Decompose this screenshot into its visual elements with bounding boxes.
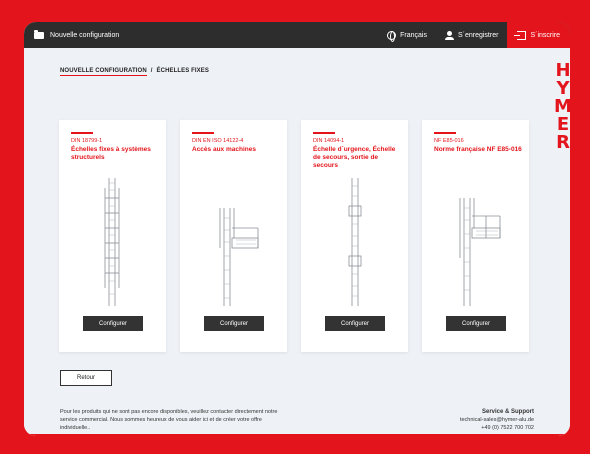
escape-ladder-illustration xyxy=(348,178,362,306)
ladder-illustration xyxy=(104,178,120,306)
product-card[interactable]: NF E85-016 Norme française NF E85-016 Co… xyxy=(422,120,529,352)
breadcrumb-home[interactable]: NOUVELLE CONFIGURATION xyxy=(60,68,147,76)
support-phone[interactable]: +49 (0) 7522 700 702 xyxy=(460,424,534,432)
product-card[interactable]: DIN 14094-1 Échelle d´urgence, Échelle d… xyxy=(301,120,408,352)
language-selector[interactable]: Français xyxy=(378,22,436,48)
globe-icon xyxy=(387,30,397,42)
card-accent xyxy=(313,132,335,134)
main-content: NOUVELLE CONFIGURATION / ÉCHELLES FIXES … xyxy=(24,48,570,436)
register-button[interactable]: S´enregistrer xyxy=(436,22,507,48)
language-label: Français xyxy=(400,31,427,39)
top-bar: Nouvelle configuration Français S´enregi… xyxy=(24,22,570,48)
signup-button[interactable]: S´inscrire xyxy=(507,22,570,48)
app-window: Nouvelle configuration Français S´enregi… xyxy=(24,22,570,436)
configure-button[interactable]: Configurer xyxy=(204,316,264,331)
card-norm: NF E85-016 xyxy=(434,138,464,144)
card-norm: DIN 18799-1 xyxy=(71,138,103,144)
card-accent xyxy=(192,132,214,134)
signup-label: S´inscrire xyxy=(530,31,560,39)
card-title: Échelle d´urgence, Échelle de secours, s… xyxy=(313,146,396,169)
card-accent xyxy=(434,132,456,134)
login-icon xyxy=(514,30,527,40)
configure-button[interactable]: Configurer xyxy=(446,316,506,331)
product-card[interactable]: DIN 18799-1 Échelles fixes à systèmes st… xyxy=(59,120,166,352)
breadcrumb-separator: / xyxy=(150,68,153,74)
card-title: Norme française NF E85-016 xyxy=(434,146,522,153)
folder-icon xyxy=(34,29,44,39)
card-norm: DIN 14094-1 xyxy=(313,138,345,144)
availability-note: Pour les produits qui ne sont pas encore… xyxy=(60,409,278,431)
ladder-platform-illustration xyxy=(459,198,501,306)
register-label: S´enregistrer xyxy=(457,31,499,39)
configure-button[interactable]: Configurer xyxy=(83,316,143,331)
card-accent xyxy=(71,132,93,134)
user-icon xyxy=(444,30,454,40)
configure-button[interactable]: Configurer xyxy=(325,316,385,331)
breadcrumb: NOUVELLE CONFIGURATION / ÉCHELLES FIXES xyxy=(60,68,209,76)
bottom-accent-line xyxy=(24,434,570,436)
new-configuration-link[interactable]: Nouvelle configuration xyxy=(34,22,119,48)
support-email[interactable]: technical-sales@hymer-alu.de xyxy=(460,416,534,424)
card-title: Accès aux machines xyxy=(192,146,256,153)
support-block: Service & Support technical-sales@hymer-… xyxy=(460,408,534,432)
ladder-platform-illustration xyxy=(219,208,259,306)
product-card[interactable]: DIN EN ISO 14122-4 Accès aux machines Co… xyxy=(180,120,287,352)
breadcrumb-current: ÉCHELLES FIXES xyxy=(156,68,209,74)
card-norm: DIN EN ISO 14122-4 xyxy=(192,138,244,144)
back-button[interactable]: Retour xyxy=(60,370,112,386)
app-title: Nouvelle configuration xyxy=(50,31,120,39)
support-title: Service & Support xyxy=(481,409,534,415)
product-cards: DIN 18799-1 Échelles fixes à systèmes st… xyxy=(59,120,529,352)
logo-letter: R xyxy=(556,132,570,153)
card-title: Échelles fixes à systèmes structurels xyxy=(71,146,151,161)
hymer-logo: H Y M E R xyxy=(554,62,570,153)
